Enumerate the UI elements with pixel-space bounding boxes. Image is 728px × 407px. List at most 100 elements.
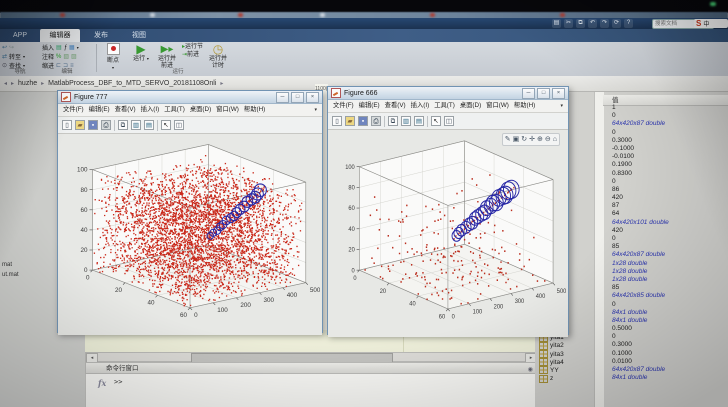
workspace-value[interactable]: -0.0100 (612, 153, 728, 161)
colorbar-icon[interactable]: ▥ (131, 120, 141, 130)
menu-编辑[interactable]: 编辑(E) (89, 104, 110, 116)
save-icon[interactable]: ▪ (88, 120, 98, 130)
scatter3-plot[interactable]: 0 20 40 60 80 100 0 20 40 60 0 100 200 300 400 500 (58, 134, 320, 335)
file-item[interactable]: mat (2, 262, 12, 268)
workspace-value[interactable]: 1x28 double (612, 268, 728, 276)
pan-icon[interactable]: ✛ (529, 134, 535, 145)
breakpoints-button[interactable]: 断点 ▾ (100, 43, 126, 71)
file-item[interactable]: ut.mat (2, 272, 19, 278)
menu-文件[interactable]: 文件(F) (333, 100, 354, 112)
workspace-value[interactable]: 0.1900 (612, 161, 728, 169)
workspace-value[interactable]: 0.1000 (612, 350, 728, 358)
ribbon-tab-1[interactable]: 编辑器 (40, 29, 80, 42)
plottools-icon[interactable]: ◫ (444, 116, 454, 126)
workspace-value[interactable]: 0 (612, 129, 728, 137)
help-icon[interactable]: ? (624, 19, 633, 28)
workspace-value[interactable]: 64 (612, 210, 728, 218)
run-and-time-button[interactable]: ◷ 运行并 计时 (208, 43, 228, 69)
ime-lang-indicator[interactable]: 中 (703, 19, 709, 28)
figure-window-666[interactable]: Figure 666 ─ □ × 文件(F) 编辑(E) 查看(V) 插入(I) 工具(T) 桌面… (327, 86, 569, 337)
maximize-button[interactable]: □ (291, 91, 304, 103)
editor-horizontal-scrollbar[interactable]: ◂ ▸ (85, 352, 538, 363)
menu-帮助[interactable]: 帮助(H) (244, 104, 265, 116)
menu-桌面[interactable]: 桌面(D) (190, 104, 211, 116)
menu-overflow-icon[interactable]: ▾ (314, 104, 317, 116)
zoom-out-icon[interactable]: ⊖ (545, 134, 551, 145)
refresh-icon[interactable]: ⟳ (612, 19, 621, 28)
back-icon[interactable]: ◂ (4, 80, 7, 87)
open-file-icon[interactable]: ▰ (345, 116, 355, 126)
sogou-icon[interactable]: S (696, 19, 701, 28)
rotate-cursor-icon[interactable]: ↖ (161, 120, 171, 130)
workspace-column-separator[interactable] (594, 92, 604, 407)
workspace-value[interactable]: 1 (612, 104, 728, 112)
menu-overflow-icon[interactable]: ▾ (560, 100, 563, 112)
ribbon-tab-app[interactable]: APP (4, 29, 36, 42)
save-icon[interactable]: ▪ (358, 116, 368, 126)
workspace-value[interactable]: 64x420x101 double (612, 219, 728, 227)
forward-icon[interactable]: ▸ (11, 80, 14, 87)
workspace-value[interactable]: 0.0100 (612, 358, 728, 366)
workspace-variable-yita2[interactable]: yita2 (539, 341, 595, 350)
command-window-header[interactable]: 命令行窗口 ◉ (85, 362, 538, 374)
ribbon-tab-2[interactable]: 发布 (86, 29, 116, 42)
workspace-value[interactable]: 64x420x87 double (612, 120, 728, 128)
menu-工具[interactable]: 工具(T) (164, 104, 185, 116)
workspace-value[interactable]: 0 (612, 112, 728, 120)
save-icon[interactable]: ▤ (552, 19, 561, 28)
workspace-value[interactable]: 1x28 double (612, 260, 728, 268)
workspace-value[interactable]: 87 (612, 202, 728, 210)
link-icon[interactable]: ⧉ (118, 120, 128, 130)
undo-icon[interactable]: ↶ (588, 19, 597, 28)
cut-icon[interactable]: ✂ (564, 19, 573, 28)
workspace-variable-yita4[interactable]: yita4 (539, 358, 595, 367)
menu-查看[interactable]: 查看(V) (115, 104, 136, 116)
workspace-value[interactable]: 64x420x87 double (612, 251, 728, 259)
workspace-value[interactable]: 0 (612, 333, 728, 341)
edit-pencil-icon[interactable]: ✎ (505, 134, 511, 145)
workspace-value[interactable]: 85 (612, 284, 728, 292)
run-and-advance-button[interactable]: ▶▸ 运行并 前进 (154, 43, 180, 69)
workspace-variable-z[interactable]: z (539, 374, 595, 383)
zoom-in-icon[interactable]: ⊕ (537, 134, 543, 145)
menu-窗口[interactable]: 窗口(W) (216, 104, 239, 116)
workspace-variable-YY[interactable]: YY (539, 366, 595, 375)
redo-icon[interactable]: ↷ (600, 19, 609, 28)
nav-arrows[interactable]: ↩ ↪ (2, 43, 38, 52)
menu-窗口[interactable]: 窗口(W) (486, 100, 509, 112)
ribbon-tab-3[interactable]: 视图 (124, 29, 154, 42)
workspace-value[interactable]: 420 (612, 194, 728, 202)
workspace-value[interactable]: 1x28 double (612, 276, 728, 284)
workspace-value[interactable]: 420 (612, 227, 728, 235)
workspace-value[interactable]: 84x1 double (612, 317, 728, 325)
rotate3d-icon[interactable]: ↻ (521, 134, 527, 145)
workspace-value[interactable]: 0.8300 (612, 170, 728, 178)
menu-工具[interactable]: 工具(T) (434, 100, 455, 112)
workspace-value[interactable]: 86 (612, 186, 728, 194)
breadcrumb-file[interactable]: MatlabProcess_DBF_to_MTD_SERVO_20181108O… (48, 80, 216, 87)
workspace-value[interactable]: 84x1 double (612, 374, 728, 382)
workspace-value[interactable]: 0.5000 (612, 325, 728, 333)
datatip-icon[interactable]: ▣ (513, 134, 520, 145)
menu-帮助[interactable]: 帮助(H) (514, 100, 535, 112)
workspace-value[interactable]: 0 (612, 178, 728, 186)
plot-area[interactable]: 0 20 40 60 80 100 0 20 40 60 0 100 200 300 400 500 ✎ ▣ ↻ ✛ ⊕… (328, 130, 568, 337)
workspace-value[interactable]: 0 (612, 301, 728, 309)
rotate-cursor-icon[interactable]: ↖ (431, 116, 441, 126)
close-button[interactable]: × (306, 91, 319, 103)
colorbar-icon[interactable]: ▥ (401, 116, 411, 126)
edit-row-1[interactable]: 注释% ▧ ▨ (42, 52, 92, 62)
workspace-value[interactable]: 0.3000 (612, 137, 728, 145)
maximize-button[interactable]: □ (537, 87, 550, 99)
figure-titlebar[interactable]: Figure 777 ─ □ × (58, 91, 322, 104)
run-button[interactable]: ▶ 运行 ▾ (130, 43, 152, 63)
axes-toolbar[interactable]: ✎ ▣ ↻ ✛ ⊕ ⊖ ⌂ (501, 133, 560, 146)
ime-toolbar[interactable]: S 中 (694, 19, 728, 28)
workspace-value[interactable]: 0.3000 (612, 341, 728, 349)
plot-area[interactable]: 0 20 40 60 80 100 0 20 40 60 0 100 200 300 400 500 (58, 134, 322, 335)
open-file-icon[interactable]: ▰ (75, 120, 85, 130)
print-icon[interactable]: ⎙ (371, 116, 381, 126)
command-prompt[interactable]: >> (114, 378, 122, 386)
plottools-icon[interactable]: ◫ (174, 120, 184, 130)
minimize-button[interactable]: ─ (276, 91, 289, 103)
